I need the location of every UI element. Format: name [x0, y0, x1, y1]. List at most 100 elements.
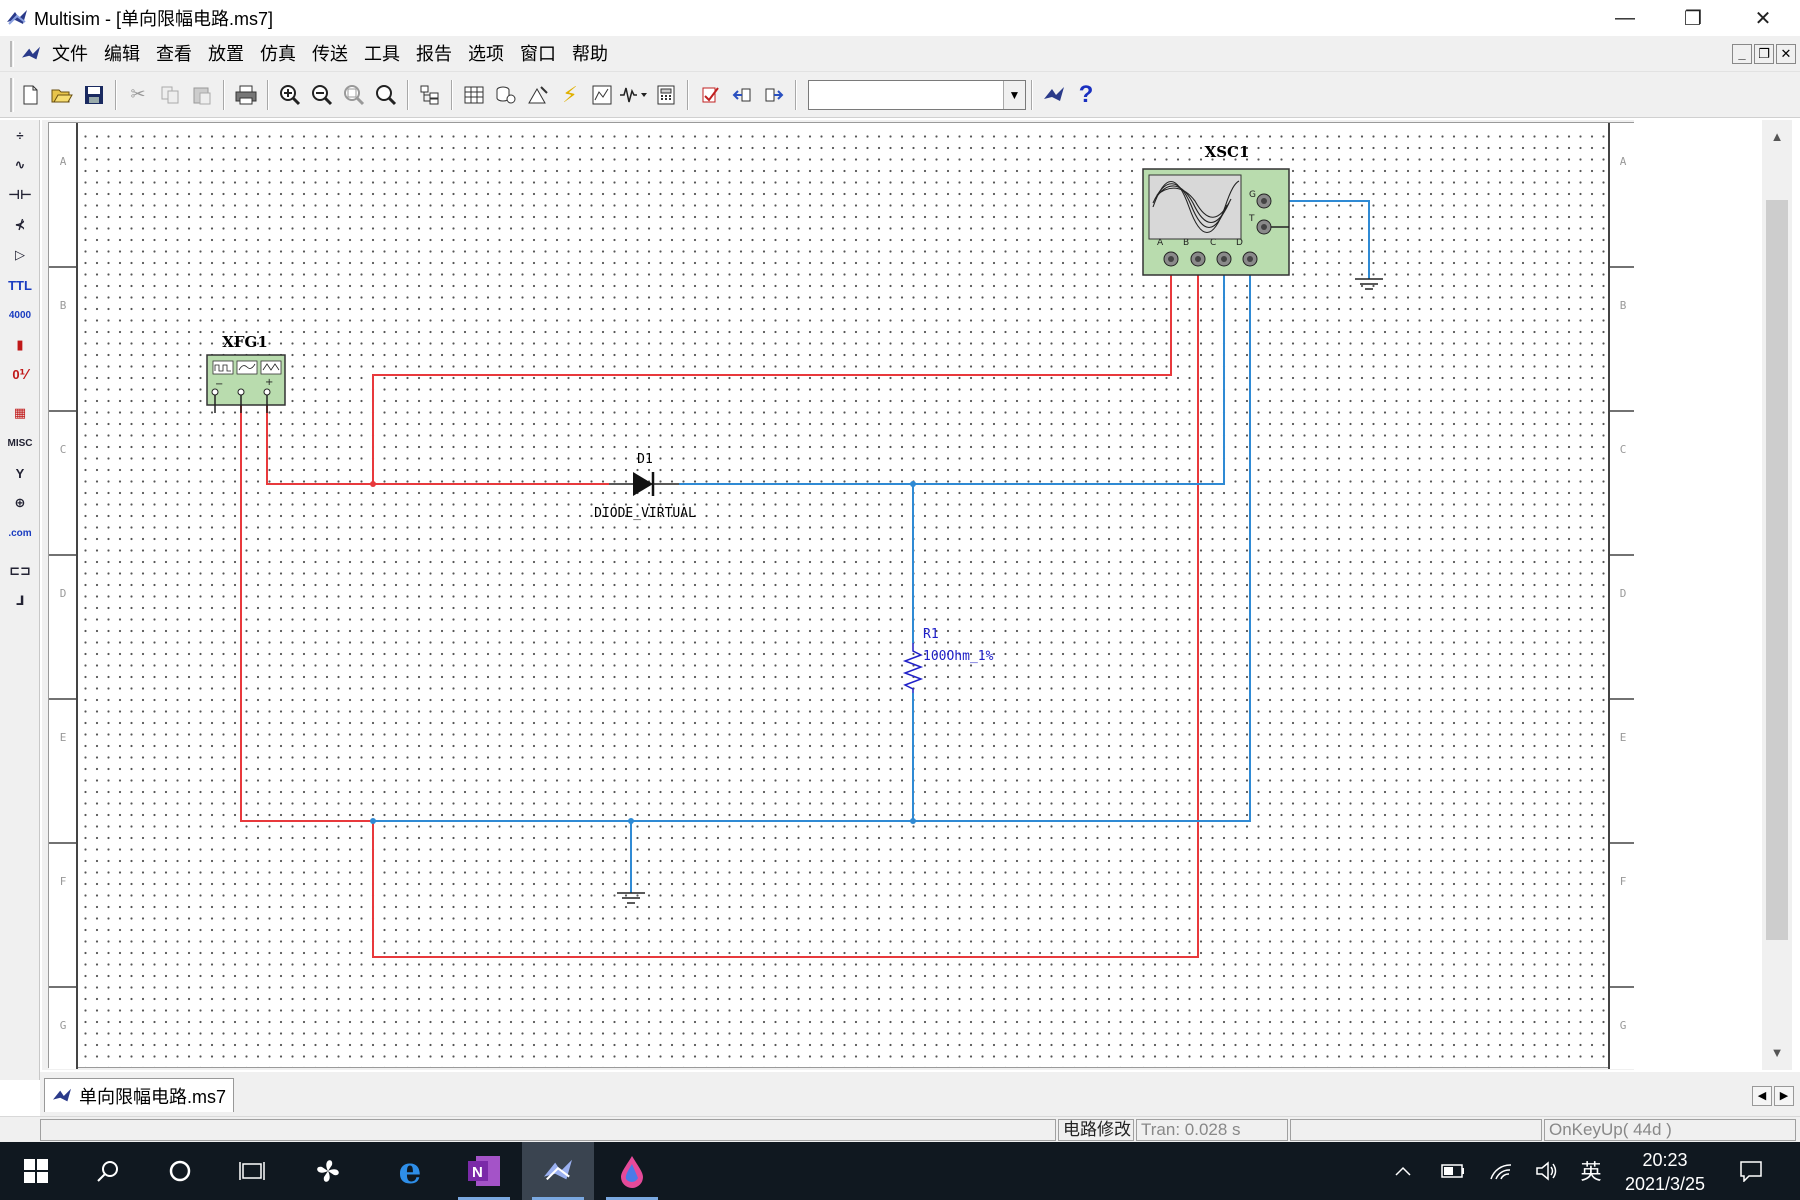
scroll-thumb[interactable] — [1766, 200, 1788, 940]
vertical-scrollbar[interactable]: ▲ ▼ — [1762, 120, 1792, 1070]
multisim-info-icon[interactable] — [1039, 79, 1069, 111]
taskbar-clock[interactable]: 20:23 2021/3/25 — [1610, 1148, 1720, 1196]
border-label-d: D — [60, 587, 67, 600]
chevron-down-icon[interactable]: ▼ — [1003, 80, 1025, 109]
scroll-up-icon[interactable]: ▲ — [1762, 124, 1792, 150]
restore-button[interactable]: ❐ — [1658, 0, 1728, 36]
spreadsheet-icon[interactable] — [459, 79, 489, 111]
scope-channel-c-label: C — [1210, 238, 1216, 248]
menu-window[interactable]: 窗口 — [512, 39, 564, 69]
database-icon[interactable] — [491, 79, 521, 111]
start-button[interactable] — [0, 1142, 72, 1200]
volume-icon[interactable] — [1530, 1142, 1564, 1200]
menu-place[interactable]: 放置 — [200, 39, 252, 69]
zoom-in-icon[interactable] — [275, 79, 305, 111]
mdi-restore-button[interactable]: ❐ — [1754, 44, 1774, 64]
misc-parts-icon[interactable]: MISC — [3, 428, 37, 458]
junction-dot — [628, 818, 634, 824]
menu-reports[interactable]: 报告 — [408, 39, 460, 69]
grapher-icon[interactable] — [587, 79, 617, 111]
hierarchy-icon[interactable] — [415, 79, 445, 111]
border-label-g: G — [60, 1019, 67, 1032]
rf-parts-icon[interactable]: Y — [3, 458, 37, 488]
grid-dots — [77, 127, 1625, 1067]
component-wizard-icon[interactable] — [523, 79, 553, 111]
border-label-c-right: C — [1620, 443, 1627, 456]
pinwheel-app-icon[interactable] — [292, 1142, 364, 1200]
notifications-icon[interactable] — [1730, 1142, 1772, 1200]
misc-digital-parts-icon[interactable]: ▮ — [3, 330, 37, 360]
menu-options[interactable]: 选项 — [460, 39, 512, 69]
toolbar-separator — [223, 79, 225, 110]
scroll-down-icon[interactable]: ▼ — [1762, 1040, 1792, 1066]
copy-icon[interactable] — [155, 79, 185, 111]
cmos-parts-icon[interactable]: 4000 — [3, 300, 37, 330]
bus-icon[interactable]: ⅃ — [3, 586, 37, 616]
menu-file[interactable]: 文件 — [44, 39, 96, 69]
print-icon[interactable] — [231, 79, 261, 111]
search-icon[interactable] — [72, 1142, 144, 1200]
schematic-sheet[interactable]: A B C D E F G A B C D E F G XFG1 − + XSC… — [48, 122, 1637, 1069]
menu-view[interactable]: 查看 — [148, 39, 200, 69]
menubar-grip[interactable] — [10, 40, 14, 67]
ime-indicator[interactable]: 英 — [1574, 1142, 1608, 1200]
open-icon[interactable] — [47, 79, 77, 111]
simulate-icon[interactable]: ⚡ — [555, 79, 585, 111]
tab-scroll-left-icon[interactable]: ◀ — [1752, 1086, 1772, 1106]
zoom-out-icon[interactable] — [307, 79, 337, 111]
title-bar: Multisim - [单向限幅电路.ms7] — ❐ ✕ — [0, 0, 1800, 36]
cortana-icon[interactable] — [144, 1142, 216, 1200]
back-annotate-icon[interactable] — [727, 79, 757, 111]
close-button[interactable]: ✕ — [1728, 0, 1798, 36]
mdi-minimize-button[interactable]: _ — [1732, 44, 1752, 64]
diode-parts-icon[interactable]: ⊣⊢ — [3, 180, 37, 210]
cut-icon[interactable]: ✂ — [123, 79, 153, 111]
paste-icon[interactable] — [187, 79, 217, 111]
menu-help[interactable]: 帮助 — [564, 39, 616, 69]
postprocessor-icon[interactable] — [651, 79, 681, 111]
minimize-button[interactable]: — — [1590, 0, 1660, 36]
xsc1-label: XSC1 — [1205, 143, 1250, 161]
battery-icon[interactable] — [1436, 1142, 1470, 1200]
hierarchical-block-icon[interactable]: ⊏⊐ — [3, 556, 37, 586]
tab-document[interactable]: 单向限幅电路.ms7 — [44, 1078, 234, 1112]
source-parts-icon[interactable]: ÷ — [3, 120, 37, 150]
menu-transfer[interactable]: 传送 — [304, 39, 356, 69]
toolbar-grip[interactable] — [10, 77, 14, 112]
menu-tools[interactable]: 工具 — [356, 39, 408, 69]
new-icon[interactable] — [15, 79, 45, 111]
menu-simulate[interactable]: 仿真 — [252, 39, 304, 69]
paint-drop-app-icon[interactable] — [596, 1142, 668, 1200]
onenote-icon[interactable]: N — [448, 1142, 520, 1200]
erc-icon[interactable] — [695, 79, 725, 111]
tray-overflow-icon[interactable] — [1388, 1142, 1418, 1200]
analysis-icon[interactable] — [619, 79, 649, 111]
edge-browser-icon[interactable]: e — [374, 1142, 446, 1200]
border-label-a: A — [60, 155, 67, 168]
save-icon[interactable] — [79, 79, 109, 111]
edaparts-com-icon[interactable]: .com — [3, 518, 37, 548]
document-system-menu-icon[interactable] — [18, 42, 44, 66]
multisim-taskbar-icon[interactable] — [522, 1142, 594, 1200]
analog-parts-icon[interactable]: ▷ — [3, 240, 37, 270]
basic-parts-icon[interactable]: ∿ — [3, 150, 37, 180]
task-view-icon[interactable] — [216, 1142, 288, 1200]
help-icon[interactable]: ? — [1071, 79, 1101, 111]
tab-scroll-right-icon[interactable]: ▶ — [1774, 1086, 1794, 1106]
wifi-icon[interactable] — [1484, 1142, 1518, 1200]
border-label-e: E — [60, 731, 67, 744]
zoom-fit-icon[interactable] — [371, 79, 401, 111]
indicator-parts-icon[interactable]: ▦ — [3, 398, 37, 428]
status-key-event: OnKeyUp( 44d ) — [1544, 1119, 1796, 1141]
in-use-list-combo[interactable]: ▼ — [808, 79, 1026, 110]
menu-edit[interactable]: 编辑 — [96, 39, 148, 69]
zoom-area-icon[interactable] — [339, 79, 369, 111]
transistor-parts-icon[interactable]: ⊀ — [3, 210, 37, 240]
ttl-parts-icon[interactable]: TTL — [3, 270, 37, 300]
mdi-close-button[interactable]: ✕ — [1776, 44, 1796, 64]
forward-annotate-icon[interactable] — [759, 79, 789, 111]
svg-text:+: + — [265, 377, 273, 388]
electromechanical-parts-icon[interactable]: ⊕ — [3, 488, 37, 518]
mixed-parts-icon[interactable]: 0⅟ — [3, 360, 37, 390]
toolbar-separator — [795, 79, 797, 110]
